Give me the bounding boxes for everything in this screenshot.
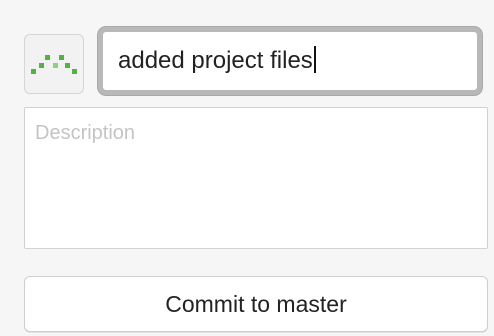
description-placeholder: Description — [35, 122, 136, 144]
commit-summary-text[interactable]: added project files — [118, 44, 316, 78]
user-avatar — [24, 34, 84, 94]
commit-summary-input[interactable]: added project files — [98, 27, 482, 95]
commit-panel: added project files Description Commit t… — [0, 0, 494, 336]
text-cursor — [313, 46, 316, 73]
commit-description-field[interactable]: Description — [24, 107, 488, 249]
identicon-icon — [31, 55, 77, 74]
commit-button[interactable]: Commit to master — [24, 276, 488, 332]
commit-button-label: Commit to master — [165, 291, 347, 317]
